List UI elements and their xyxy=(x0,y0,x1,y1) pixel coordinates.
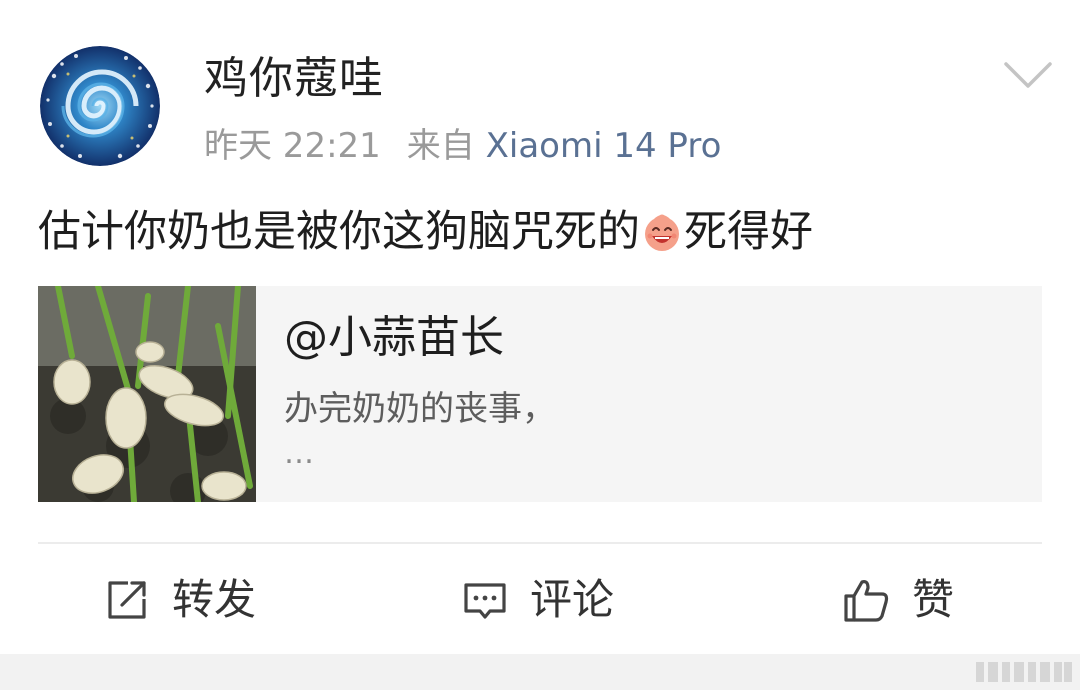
bottom-bar xyxy=(0,654,1080,690)
comment-icon xyxy=(464,583,506,619)
card-thumbnail xyxy=(38,286,256,502)
garlic-sprouts-image xyxy=(38,286,256,502)
like-button[interactable]: 赞 xyxy=(842,570,954,630)
avatar[interactable] xyxy=(40,46,160,166)
post-text-part2: 死得好 xyxy=(684,207,813,257)
repost-label: 转发 xyxy=(172,575,257,624)
post-meta: 昨天 22:21 来自 Xiaomi 14 Pro xyxy=(204,124,721,168)
avatar-swirl-image xyxy=(40,46,160,166)
weibo-post: 鸡你蔻哇 昨天 22:21 来自 Xiaomi 14 Pro 估计你奶也是被你这狗… xyxy=(0,0,1080,690)
source-prefix: 来自 xyxy=(406,126,475,166)
post-text: 估计你奶也是被你这狗脑咒死的 死得好 xyxy=(38,204,813,260)
username[interactable]: 鸡你蔻哇 xyxy=(204,52,384,106)
post-time: 昨天 22:21 xyxy=(204,126,381,166)
thumbs-up-icon xyxy=(844,580,889,622)
repost-icon xyxy=(108,581,146,619)
card-description: 办完奶奶的丧事， xyxy=(284,389,556,429)
laughing-face-emoji-icon xyxy=(645,214,679,251)
comment-button[interactable]: 评论 xyxy=(462,570,614,630)
watermark-logo-icon xyxy=(976,662,1072,682)
card-title[interactable]: @小蒜苗长 xyxy=(284,310,504,366)
chevron-down-icon[interactable] xyxy=(1002,58,1054,94)
divider xyxy=(38,542,1042,544)
source-device-link[interactable]: Xiaomi 14 Pro xyxy=(486,126,722,166)
comment-label: 评论 xyxy=(530,575,615,624)
repost-button[interactable]: 转发 xyxy=(104,570,256,630)
quoted-post-card[interactable]: @小蒜苗长 办完奶奶的丧事， … xyxy=(38,286,1042,502)
post-text-part1: 估计你奶也是被你这狗脑咒死的 xyxy=(38,207,640,257)
like-label: 赞 xyxy=(912,575,955,624)
card-ellipsis: … xyxy=(284,436,316,471)
